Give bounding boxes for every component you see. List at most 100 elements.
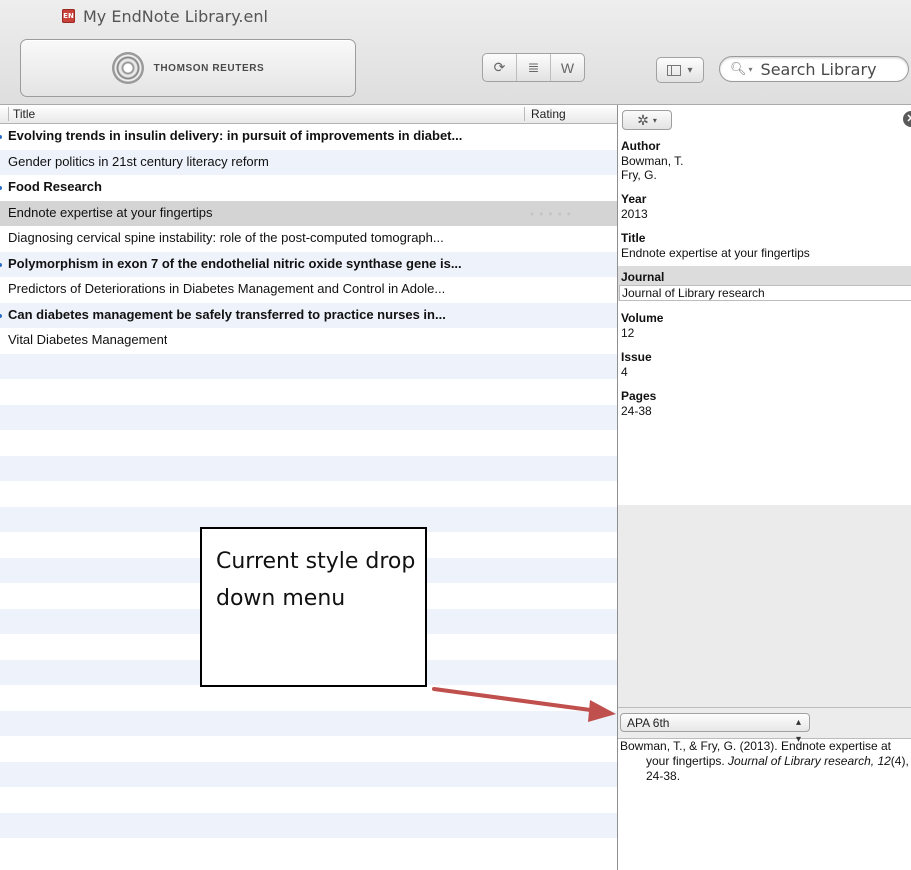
find-full-text-button[interactable]: ≣ bbox=[517, 54, 551, 81]
search-input[interactable] bbox=[758, 58, 893, 80]
table-row[interactable]: Diagnosing cervical spine instability: r… bbox=[0, 226, 617, 252]
list-header: Title Rating bbox=[0, 105, 617, 124]
search-box[interactable]: 🔍︎ ▾ bbox=[719, 56, 909, 82]
empty-row bbox=[0, 379, 617, 405]
column-header-rating[interactable]: Rating bbox=[531, 107, 566, 121]
field-value[interactable]: Bowman, T. Fry, G. bbox=[621, 154, 911, 182]
chevron-down-icon: ▾ bbox=[652, 115, 657, 125]
reference-details-pane: ✲ ▾ ✕ AuthorBowman, T. Fry, G. Year2013 Ti… bbox=[618, 105, 911, 870]
layout-icon bbox=[667, 64, 682, 76]
field-value[interactable]: 4 bbox=[621, 365, 911, 379]
row-title: Can diabetes management be safely transf… bbox=[8, 306, 446, 322]
note-icon: ≣ bbox=[527, 59, 540, 75]
table-row[interactable]: Vital Diabetes Management bbox=[0, 328, 617, 354]
row-title: Predictors of Deteriorations in Diabetes… bbox=[8, 281, 446, 296]
annotation-arrow-line bbox=[432, 687, 600, 713]
empty-row bbox=[0, 455, 617, 481]
unread-indicator-icon bbox=[0, 186, 2, 190]
empty-row bbox=[0, 838, 617, 864]
empty-row bbox=[0, 430, 617, 456]
table-row[interactable]: Endnote expertise at your fingertips ••••… bbox=[0, 200, 617, 226]
field-value[interactable]: Journal of Library research bbox=[619, 285, 911, 301]
row-title: Gender politics in 21st century literacy… bbox=[8, 153, 269, 169]
field-label: Volume bbox=[621, 311, 664, 325]
row-title: Food Research bbox=[8, 179, 102, 194]
row-title: Endnote expertise at your fingertips bbox=[8, 204, 213, 220]
field-title: Title Endnote expertise at your fingertip… bbox=[618, 227, 911, 260]
reference-list: Title Rating Evolving trends in insulin … bbox=[0, 105, 618, 870]
empty-row bbox=[0, 353, 617, 379]
table-row[interactable]: Predictors of Deteriorations in Diabetes… bbox=[0, 277, 617, 303]
field-label: Year bbox=[621, 192, 647, 206]
vendor-name: THOMSON REUTERS bbox=[153, 62, 265, 74]
empty-row bbox=[0, 736, 617, 762]
window-toolbar: EN My EndNote Library.enl THOMSON REUTER… bbox=[0, 0, 911, 105]
reference-fields: Author Bowman, T. Fry, G. Year 2013 Title End… bbox=[618, 135, 911, 510]
empty-row bbox=[0, 481, 617, 507]
citation-preview: Bowman, T., & Fry, G. (2013). Endnote ex… bbox=[618, 739, 911, 784]
column-divider[interactable] bbox=[8, 107, 9, 121]
search-options-chevron-icon[interactable]: ▾ bbox=[749, 65, 753, 74]
table-row[interactable]: Polymorphism in exon 7 of the endothelia… bbox=[0, 251, 617, 277]
thomson-reuters-logo-icon bbox=[111, 52, 144, 84]
rating-dots-icon[interactable]: ••••• bbox=[530, 207, 576, 221]
field-value[interactable]: 12 bbox=[621, 326, 911, 340]
sync-button[interactable]: ⟳ bbox=[483, 54, 517, 81]
details-empty-area bbox=[618, 505, 911, 708]
search-icon: 🔍︎ bbox=[730, 61, 747, 76]
vendor-panel: THOMSON REUTERS bbox=[20, 39, 356, 97]
unread-indicator-icon bbox=[0, 262, 2, 267]
field-pages: Pages 24-38 bbox=[618, 385, 911, 418]
table-row[interactable]: Gender politics in 21st century literacy… bbox=[0, 149, 617, 175]
annotation-text: Current style drop down menu bbox=[216, 549, 416, 611]
column-divider[interactable] bbox=[524, 107, 525, 121]
field-year: Year 2013 bbox=[618, 188, 911, 221]
empty-row bbox=[0, 404, 617, 430]
citation-journal: Journal of Library research, 12 bbox=[728, 754, 891, 768]
window-title: EN My EndNote Library.enl bbox=[62, 6, 268, 26]
field-label: Title bbox=[621, 231, 646, 245]
table-row[interactable]: Food Research bbox=[0, 175, 617, 201]
reference-tools-group: ⟳ ≣ W bbox=[482, 53, 585, 82]
style-bar: APA 6th ▴ ▾ bbox=[618, 707, 911, 745]
sync-icon: ⟳ bbox=[493, 59, 506, 75]
table-row[interactable]: Can diabetes management be safely transf… bbox=[0, 302, 617, 328]
field-issue: Issue 4 bbox=[618, 346, 911, 379]
row-title: Evolving trends in insulin delivery: in … bbox=[8, 128, 463, 143]
row-title: Vital Diabetes Management bbox=[8, 332, 168, 347]
word-icon: W bbox=[560, 59, 575, 76]
field-author: Author Bowman, T. Fry, G. bbox=[618, 135, 911, 182]
unread-indicator-icon bbox=[0, 135, 2, 139]
empty-row bbox=[0, 761, 617, 787]
style-dropdown-value: APA 6th bbox=[627, 716, 670, 730]
column-header-title[interactable]: Title bbox=[13, 107, 35, 121]
layout-button[interactable]: ▾ bbox=[656, 57, 704, 83]
gear-icon: ✲ bbox=[637, 111, 649, 128]
field-value[interactable]: 2013 bbox=[621, 207, 911, 221]
close-icon[interactable]: ✕ bbox=[903, 111, 911, 127]
annotation-arrow bbox=[432, 687, 616, 722]
window-title-text: My EndNote Library.enl bbox=[83, 6, 268, 26]
table-row[interactable]: Evolving trends in insulin delivery: in … bbox=[0, 124, 617, 150]
row-title: Polymorphism in exon 7 of the endothelia… bbox=[8, 255, 462, 271]
endnote-document-icon: EN bbox=[62, 9, 75, 23]
annotation-arrow-head bbox=[588, 700, 616, 722]
reference-rows: Evolving trends in insulin delivery: in … bbox=[0, 124, 617, 864]
word-insert-button[interactable]: W bbox=[551, 54, 584, 81]
field-label: Author bbox=[621, 139, 661, 153]
field-value[interactable]: Endnote expertise at your fingertips bbox=[621, 246, 911, 260]
row-title: Diagnosing cervical spine instability: r… bbox=[8, 230, 444, 245]
field-journal: Journal Journal of Library research bbox=[618, 266, 911, 301]
field-label: Pages bbox=[621, 389, 657, 403]
style-dropdown[interactable]: APA 6th ▴ ▾ bbox=[620, 713, 810, 745]
field-value[interactable]: 24-38 bbox=[621, 404, 911, 418]
unread-indicator-icon bbox=[0, 313, 2, 318]
annotation-callout: Current style drop down menu bbox=[200, 527, 427, 687]
field-label: Issue bbox=[621, 350, 652, 364]
chevron-down-icon: ▾ bbox=[687, 64, 693, 76]
empty-row bbox=[0, 812, 617, 838]
field-label: Journal bbox=[621, 270, 665, 284]
details-actions-button[interactable]: ✲ ▾ bbox=[622, 110, 672, 130]
citation-text: Bowman, T., & Fry, G. (2013). Endnote ex… bbox=[620, 739, 911, 784]
field-volume: Volume 12 bbox=[618, 307, 911, 340]
